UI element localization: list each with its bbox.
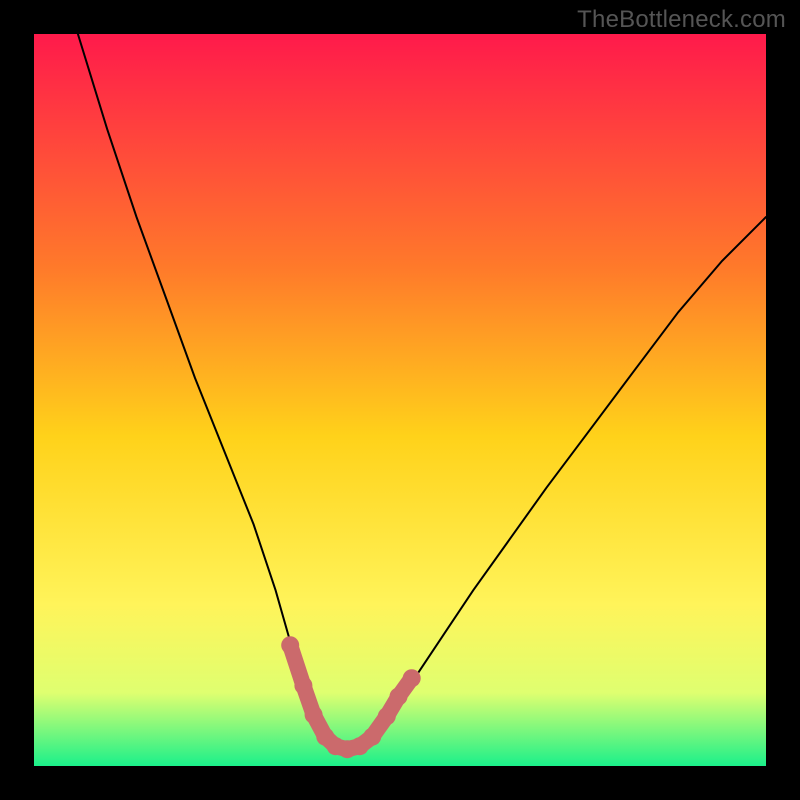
plot-area — [34, 34, 766, 766]
highlight-dot — [403, 669, 421, 687]
watermark-text: TheBottleneck.com — [577, 6, 786, 34]
highlight-dot — [305, 706, 323, 724]
highlight-dot — [294, 677, 312, 695]
chart-frame: TheBottleneck.com — [0, 0, 800, 800]
highlight-dot — [363, 728, 381, 746]
highlight-dot — [390, 688, 408, 706]
highlight-dot — [281, 636, 299, 654]
gradient-background — [34, 34, 766, 766]
plot-svg — [34, 34, 766, 766]
highlight-dot — [378, 707, 396, 725]
